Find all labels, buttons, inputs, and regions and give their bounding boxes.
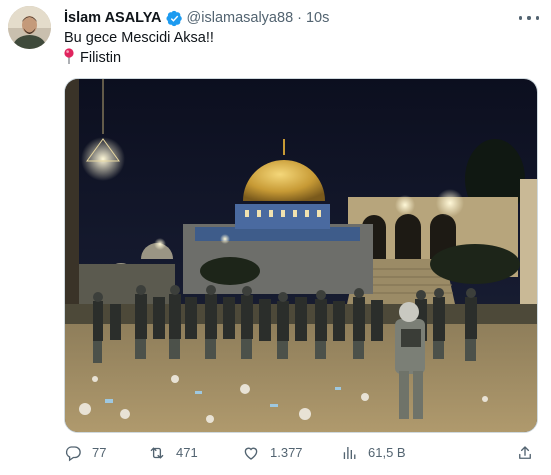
round-pushpin-icon: [64, 48, 74, 64]
retweet-button[interactable]: 471: [148, 441, 198, 465]
tweet-card[interactable]: İslam ASALYA @islamasalya88 · 10s Bu gec…: [0, 0, 551, 475]
reply-count: 77: [92, 445, 107, 460]
photo-night-mosque-scene: [65, 79, 537, 432]
views-count: 61,5 B: [368, 445, 406, 460]
author-name[interactable]: İslam ASALYA: [64, 10, 162, 26]
tweet-text: Bu gece Mescidi Aksa!! Filistin: [64, 29, 214, 68]
separator-dot: ·: [297, 10, 302, 26]
views-button[interactable]: 61,5 B: [340, 441, 406, 465]
timestamp[interactable]: 10s: [306, 10, 329, 26]
action-bar: 77 471 1.377 61,5 B: [64, 441, 538, 465]
tweet-photo[interactable]: [64, 78, 538, 433]
views-chart-icon: [343, 447, 356, 459]
share-button[interactable]: [516, 441, 534, 465]
tweet-header: İslam ASALYA @islamasalya88 · 10s: [64, 8, 329, 28]
verified-badge-icon: [165, 10, 182, 26]
reply-icon: [65, 446, 81, 462]
more-options-icon[interactable]: [519, 10, 539, 26]
like-button[interactable]: 1.377: [242, 441, 303, 465]
share-icon: [519, 446, 531, 459]
avatar[interactable]: [8, 6, 51, 49]
location-text: Filistin: [80, 50, 122, 66]
tweet-text-line-1: Bu gece Mescidi Aksa!!: [64, 30, 214, 46]
like-count: 1.377: [270, 445, 303, 460]
reply-button[interactable]: 77: [64, 441, 106, 465]
heart-icon: [244, 447, 258, 460]
retweet-count: 471: [176, 445, 198, 460]
tweet-text-line-2: Filistin: [64, 48, 214, 68]
retweet-icon: [150, 447, 164, 459]
author-handle[interactable]: @islamasalya88: [187, 10, 294, 26]
